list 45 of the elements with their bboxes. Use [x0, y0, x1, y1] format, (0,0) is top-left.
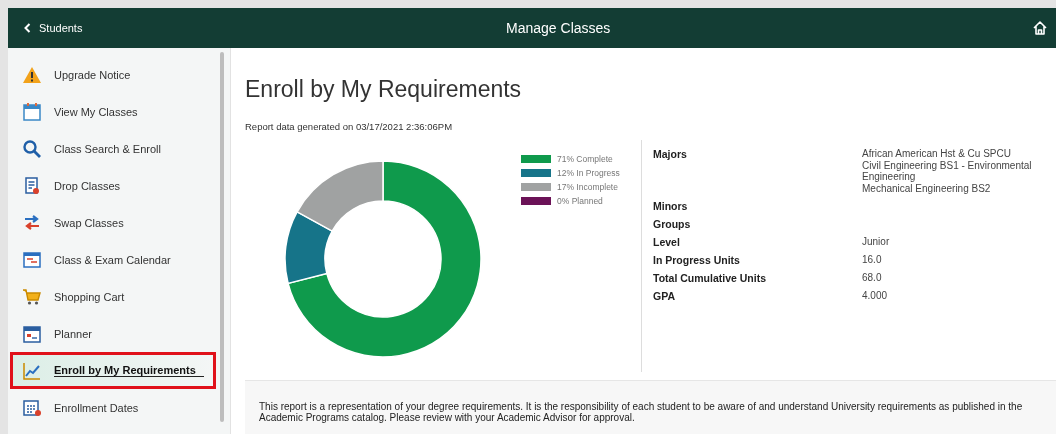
legend-label: 12% In Progress	[557, 168, 620, 178]
search-icon	[22, 138, 42, 159]
cart-icon	[22, 286, 42, 307]
detail-value: 4.000	[862, 290, 889, 302]
legend-label: 71% Complete	[557, 154, 613, 164]
legend-label: 0% Planned	[557, 196, 603, 206]
calendar-icon	[22, 101, 42, 122]
sidebar-item[interactable]: Upgrade Notice	[8, 56, 220, 93]
swap-arrows-icon	[22, 212, 42, 233]
home-icon[interactable]	[1032, 20, 1048, 36]
legend-label: 17% Incomplete	[557, 182, 618, 192]
sidebar-item[interactable]: Shopping Cart	[8, 278, 220, 315]
detail-value: Civil Engineering BS1 - Environmental Engineering	[862, 159, 1033, 183]
scrollbar[interactable]	[220, 52, 224, 422]
detail-value: Mechanical Engineering BS2	[862, 182, 992, 194]
disclaimer-text: This report is a representation of your degree requirements. It is the responsibility of each student to be aware of and understand University requirements as published in the Academic Programs catalog. Please review with your Academic Advisor for approval.	[259, 401, 1024, 423]
detail-label: Level	[653, 236, 681, 248]
calendar-icon	[22, 397, 42, 418]
sidebar-item[interactable]: Class Search & Enroll	[8, 130, 220, 167]
detail-value: 16.0	[862, 254, 883, 266]
report-timestamp: Report data generated on 03/17/2021 2:36:06PM	[245, 121, 454, 132]
sidebar-item[interactable]: View My Classes	[8, 93, 220, 130]
detail-value: African American Hst & Cu SPCU	[862, 148, 1012, 160]
detail-label: In Progress Units	[653, 254, 741, 266]
sidebar-item[interactable]: Planner	[8, 315, 220, 352]
sidebar-item[interactable]: Enrollment Dates	[8, 389, 220, 426]
calendar-icon	[22, 249, 42, 270]
detail-value: Junior	[862, 236, 891, 248]
line-chart-icon	[22, 360, 42, 381]
document-icon	[22, 175, 42, 196]
chevron-left-icon	[24, 23, 31, 33]
sidebar-item[interactable]: Enroll by My Requirements	[10, 352, 216, 389]
back-button[interactable]: Students	[22, 20, 85, 36]
detail-label: Majors	[653, 148, 688, 162]
detail-label: Groups	[653, 218, 692, 230]
detail-label: Total Cumulative Units	[653, 272, 767, 284]
detail-value: 68.0	[862, 272, 883, 284]
page-title: Manage Classes	[506, 20, 611, 36]
calendar-icon	[22, 323, 42, 344]
sidebar-item[interactable]: Class & Exam Calendar	[8, 241, 220, 278]
sidebar-item[interactable]: Drop Classes	[8, 167, 220, 204]
detail-label: Minors	[653, 200, 689, 212]
heading: Enroll by My Requirements	[245, 76, 523, 103]
sidebar-item[interactable]: Swap Classes	[8, 204, 220, 241]
detail-label: GPA	[653, 290, 676, 302]
